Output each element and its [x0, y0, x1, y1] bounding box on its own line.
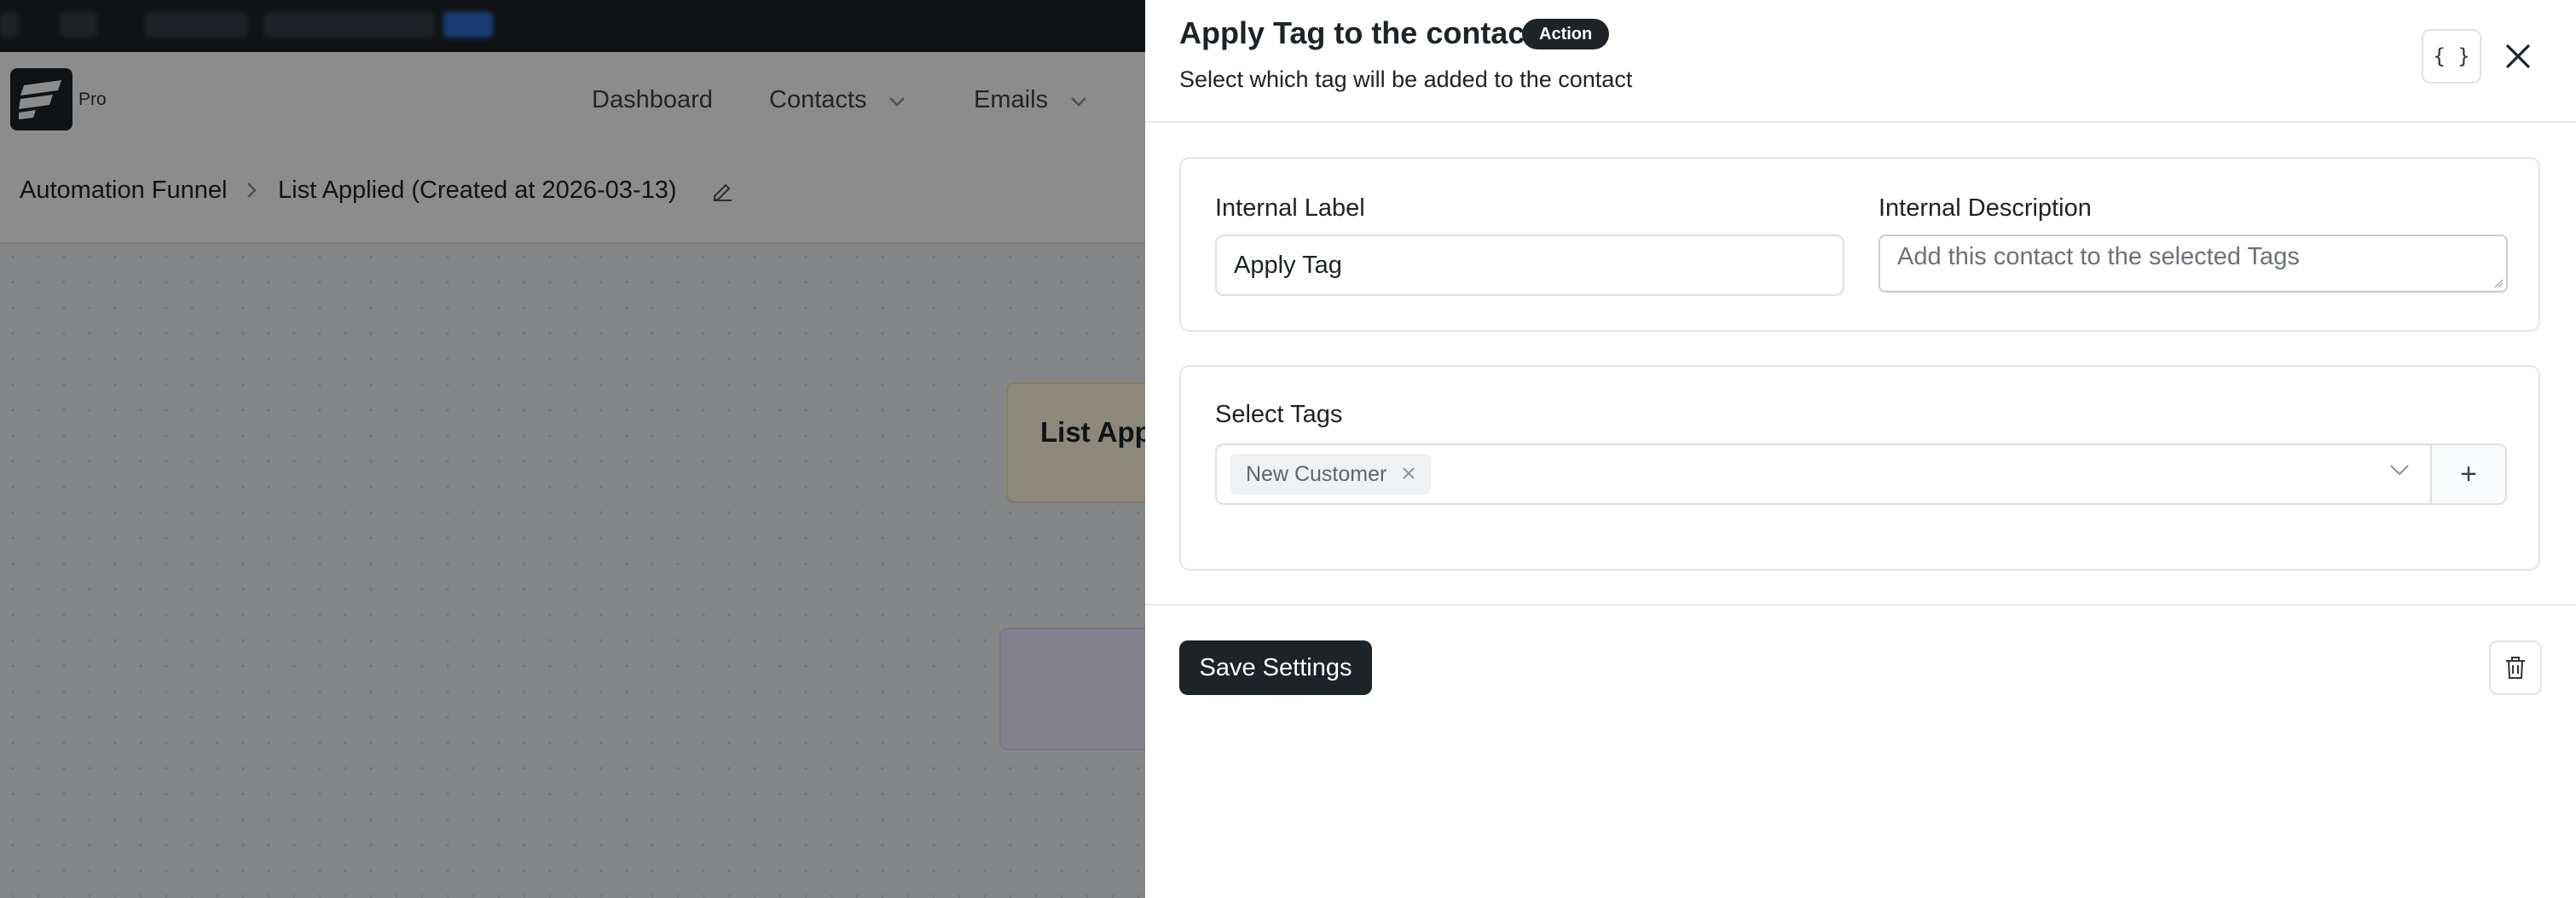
action-badge: Action: [1522, 19, 1610, 49]
save-settings-button[interactable]: Save Settings: [1179, 640, 1372, 695]
drawer-title: Apply Tag to the contact: [1179, 15, 1536, 50]
select-tags-label: Select Tags: [1215, 401, 1343, 428]
internal-description-placeholder: Add this contact to the selected Tags: [1897, 243, 2300, 270]
add-tag-button[interactable]: +: [2430, 443, 2507, 505]
divider: [1145, 604, 2576, 605]
plus-icon: +: [2460, 457, 2477, 490]
remove-tag-icon[interactable]: [1402, 462, 1415, 486]
code-brackets-icon: { }: [2433, 44, 2470, 68]
drawer-subtitle: Select which tag will be added to the co…: [1179, 67, 1633, 92]
chevron-down-icon[interactable]: [2389, 464, 2410, 480]
tag-chip-label: New Customer: [1246, 461, 1387, 486]
internal-label-label: Internal Label: [1215, 194, 1365, 222]
resize-handle-icon[interactable]: [2493, 278, 2504, 288]
close-icon: [2506, 44, 2530, 68]
label-settings-card: Internal Label Apply Tag Internal Descri…: [1179, 157, 2540, 332]
internal-description-label: Internal Description: [1878, 194, 2092, 222]
internal-label-input[interactable]: Apply Tag: [1215, 235, 1844, 296]
drawer-header: Apply Tag to the contact Action Select w…: [1145, 0, 2576, 123]
tags-settings-card: Select Tags New Customer +: [1179, 365, 2540, 571]
internal-description-textarea[interactable]: Add this contact to the selected Tags: [1878, 235, 2508, 293]
settings-drawer: Apply Tag to the contact Action Select w…: [1145, 0, 2576, 898]
delete-button[interactable]: [2489, 640, 2542, 695]
tag-chip: New Customer: [1230, 454, 1432, 495]
code-button[interactable]: { }: [2422, 29, 2481, 84]
close-button[interactable]: [2496, 34, 2540, 78]
tags-select[interactable]: New Customer: [1215, 443, 2432, 505]
trash-icon: [2506, 657, 2525, 679]
